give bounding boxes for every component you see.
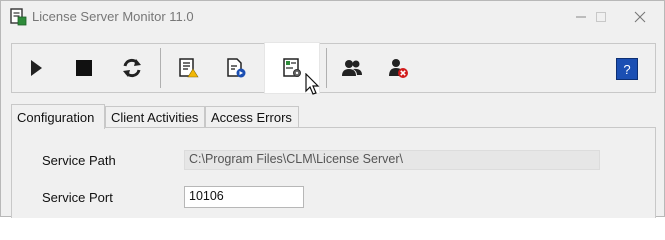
close-button[interactable] [628, 5, 652, 29]
service-path-label: Service Path [42, 153, 116, 168]
log-info-icon [227, 58, 246, 78]
mouse-pointer-icon [305, 73, 320, 95]
log-warning-icon [179, 58, 199, 78]
service-path-field: C:\Program Files\CLM\License Server\ [184, 150, 600, 170]
help-button[interactable]: ? [616, 58, 638, 80]
window-title: License Server Monitor 11.0 [32, 9, 194, 24]
minimize-icon [576, 16, 586, 18]
maximize-button[interactable] [589, 5, 613, 29]
start-service-button[interactable] [18, 50, 54, 86]
stop-icon [76, 60, 92, 76]
clients-button[interactable] [334, 50, 370, 86]
disconnect-client-button[interactable] [380, 50, 416, 86]
refresh-icon [123, 58, 141, 78]
service-port-field[interactable]: 10106 [184, 186, 304, 208]
tab-client-activities[interactable]: Client Activities [105, 106, 205, 128]
stop-service-button[interactable] [66, 50, 102, 86]
app-window: License Server Monitor 11.0 ? Configurat… [0, 0, 665, 218]
title-bar: License Server Monitor 11.0 [1, 1, 664, 33]
play-icon [31, 60, 42, 76]
toolbar-separator [326, 48, 327, 88]
refresh-button[interactable] [114, 50, 150, 86]
configuration-panel: Service Path C:\Program Files\CLM\Licens… [11, 127, 656, 218]
view-warnings-button[interactable] [170, 50, 206, 86]
settings-document-icon [283, 58, 301, 77]
toolbar-separator [160, 48, 161, 88]
remove-user-icon [389, 59, 408, 78]
app-icon [10, 8, 27, 26]
tab-configuration[interactable]: Configuration [11, 104, 105, 129]
close-icon [634, 11, 646, 23]
view-info-log-button[interactable] [218, 50, 254, 86]
toolbar: ? [11, 42, 656, 94]
service-port-label: Service Port [42, 190, 113, 205]
users-icon [342, 60, 362, 76]
tab-access-errors[interactable]: Access Errors [205, 106, 299, 128]
maximize-icon [596, 12, 606, 22]
